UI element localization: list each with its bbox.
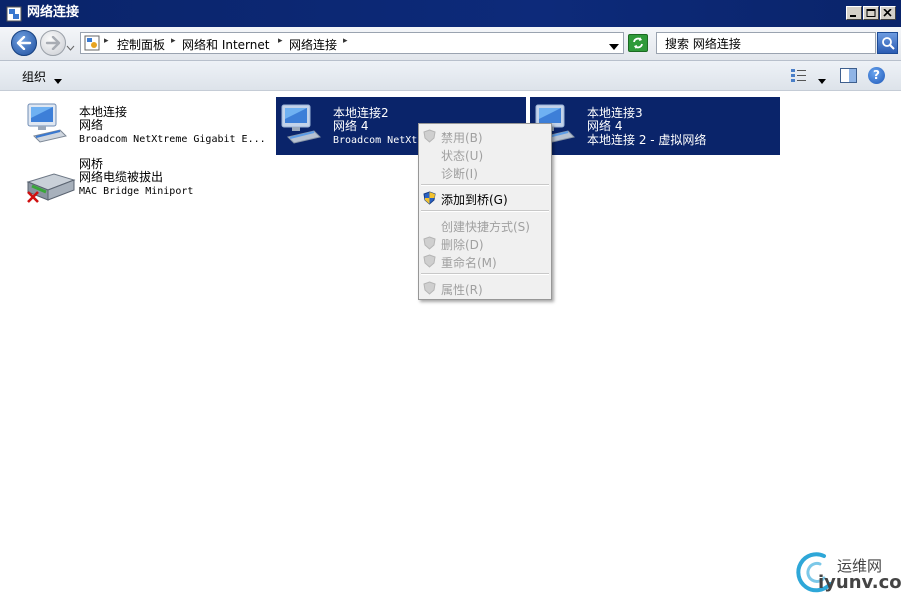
connection-device: MAC Bridge Miniport: [79, 186, 194, 197]
address-bar[interactable]: ▸ 控制面板 ▸ 网络和 Internet ▸ 网络连接 ▸: [80, 32, 624, 54]
search-box[interactable]: [656, 32, 876, 54]
network-adapter-icon: [26, 100, 74, 149]
shield-icon: [423, 254, 436, 271]
preview-pane-icon[interactable]: [840, 68, 857, 86]
shield-icon: [423, 281, 436, 298]
connection-device: Broadcom NetXtreme Gigabit E...: [79, 134, 266, 145]
menu-item-create-shortcut[interactable]: 创建快捷方式(S): [419, 216, 551, 234]
connection-item-local[interactable]: 本地连接 网络 Broadcom NetXtreme Gigabit E...: [22, 96, 272, 154]
menu-separator: [421, 210, 549, 212]
connection-network: 网络 4: [333, 119, 369, 133]
watermark-text-en: iyunv.com: [818, 572, 901, 593]
connection-status: 网络电缆被拔出: [79, 170, 164, 184]
menu-item-diagnose[interactable]: 诊断(I): [419, 163, 551, 181]
connection-item-local-3[interactable]: 本地连接3 网络 4 本地连接 2 - 虚拟网络: [530, 97, 780, 155]
context-menu: 禁用(B) 状态(U) 诊断(I) 添加到桥(G) 创建快捷方式(S) 删除(D…: [418, 123, 552, 300]
search-button[interactable]: [877, 32, 898, 54]
shield-icon: [423, 129, 436, 146]
network-connections-icon: [6, 6, 22, 22]
views-icon[interactable]: [790, 68, 808, 86]
menu-item-rename[interactable]: 重命名(M): [419, 252, 551, 270]
views-dropdown-icon[interactable]: [818, 73, 826, 87]
menu-item-status[interactable]: 状态(U): [419, 145, 551, 163]
connection-device: Broadcom NetXt: [333, 135, 418, 146]
menu-item-disable[interactable]: 禁用(B): [419, 127, 551, 145]
organize-button[interactable]: 组织: [22, 68, 46, 85]
address-dropdown-icon[interactable]: [609, 39, 619, 53]
menu-separator: [421, 273, 549, 275]
help-icon[interactable]: ?: [868, 67, 885, 84]
title-bar: 网络连接: [0, 0, 901, 27]
maximize-button[interactable]: [863, 6, 879, 20]
breadcrumb-arrow-icon[interactable]: ▸: [278, 36, 283, 46]
breadcrumb-arrow-icon[interactable]: ▸: [343, 36, 348, 46]
shield-icon: [423, 236, 436, 253]
breadcrumb-arrow-icon[interactable]: ▸: [171, 36, 176, 46]
uac-shield-icon: [423, 191, 436, 208]
network-bridge-icon: [26, 158, 76, 207]
recent-pages-chevron-icon[interactable]: [66, 40, 75, 54]
address-toolbar: ▸ 控制面板 ▸ 网络和 Internet ▸ 网络连接 ▸: [0, 27, 901, 61]
connection-device: 本地连接 2 - 虚拟网络: [587, 133, 707, 147]
control-panel-icon: [84, 35, 100, 54]
breadcrumb-arrow-icon[interactable]: ▸: [104, 36, 109, 46]
refresh-button[interactable]: [628, 34, 648, 52]
menu-item-add-to-bridge[interactable]: 添加到桥(G): [419, 189, 551, 207]
menu-item-delete[interactable]: 删除(D): [419, 234, 551, 252]
connection-network: 网络 4: [587, 119, 623, 133]
breadcrumb-network-internet[interactable]: 网络和 Internet: [182, 36, 269, 53]
minimize-button[interactable]: [846, 6, 862, 20]
window-title: 网络连接: [27, 5, 80, 20]
connection-network: 网络: [79, 118, 104, 132]
network-adapter-icon: [280, 101, 328, 150]
search-input[interactable]: [665, 35, 870, 51]
close-button[interactable]: [880, 6, 896, 20]
connection-item-bridge[interactable]: 网桥 网络电缆被拔出 MAC Bridge Miniport: [22, 152, 272, 210]
breadcrumb-control-panel[interactable]: 控制面板: [117, 36, 165, 53]
breadcrumb-network-connections[interactable]: 网络连接: [289, 36, 337, 53]
command-bar: 组织 ?: [0, 61, 901, 91]
menu-item-properties[interactable]: 属性(R): [419, 279, 551, 297]
forward-button[interactable]: [40, 30, 66, 56]
organize-dropdown-icon[interactable]: [54, 73, 62, 87]
menu-separator: [421, 184, 549, 186]
back-button[interactable]: [11, 30, 37, 56]
